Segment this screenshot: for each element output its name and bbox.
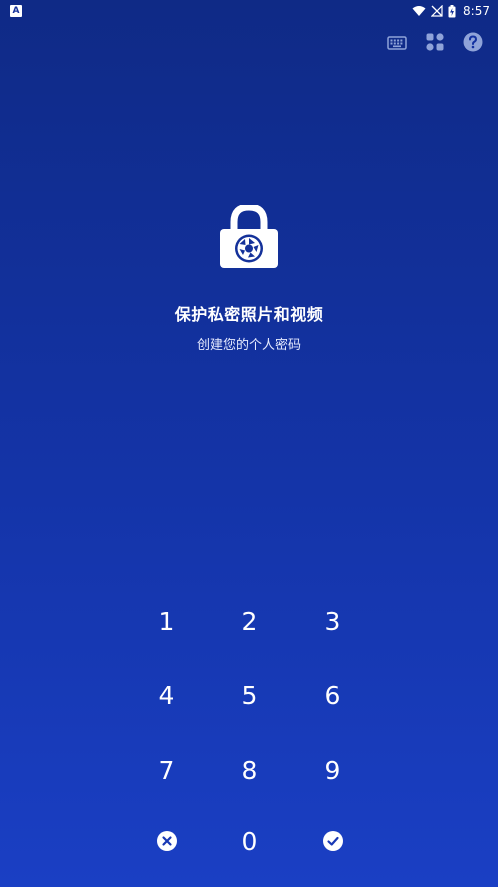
toolbar bbox=[386, 32, 484, 56]
key-6[interactable]: 6 bbox=[291, 658, 374, 733]
battery-charging-icon bbox=[448, 4, 456, 18]
confirm-button[interactable] bbox=[291, 807, 374, 875]
status-bar: A 8:57 bbox=[0, 0, 498, 22]
clear-button[interactable] bbox=[125, 807, 208, 875]
key-2[interactable]: 2 bbox=[208, 584, 291, 658]
lock-camera-icon bbox=[219, 203, 279, 273]
help-button[interactable] bbox=[462, 32, 484, 56]
key-8[interactable]: 8 bbox=[208, 733, 291, 807]
status-clock: 8:57 bbox=[463, 4, 490, 18]
status-right: 8:57 bbox=[412, 4, 490, 18]
no-signal-icon bbox=[431, 5, 443, 17]
shuffle-keys-button[interactable] bbox=[424, 33, 446, 55]
pin-keypad: 1 2 3 4 5 6 7 8 9 0 bbox=[125, 584, 374, 875]
clear-icon bbox=[156, 831, 177, 851]
key-3[interactable]: 3 bbox=[291, 584, 374, 658]
keyboard-icon bbox=[387, 35, 407, 54]
page-subtitle: 创建您的个人密码 bbox=[196, 338, 301, 353]
notification-badge: A bbox=[10, 5, 22, 17]
page-title: 保护私密照片和视频 bbox=[174, 305, 324, 324]
key-1[interactable]: 1 bbox=[125, 584, 208, 658]
hero: 保护私密照片和视频 创建您的个人密码 bbox=[0, 203, 498, 353]
check-icon bbox=[322, 831, 343, 851]
key-9[interactable]: 9 bbox=[291, 733, 374, 807]
key-0[interactable]: 0 bbox=[208, 807, 291, 875]
key-4[interactable]: 4 bbox=[125, 658, 208, 733]
keyboard-button[interactable] bbox=[386, 33, 408, 55]
key-7[interactable]: 7 bbox=[125, 733, 208, 807]
status-left: A bbox=[10, 5, 22, 17]
help-icon bbox=[463, 32, 483, 56]
key-5[interactable]: 5 bbox=[208, 658, 291, 733]
shuffle-icon bbox=[425, 32, 445, 56]
wifi-icon bbox=[412, 5, 426, 17]
